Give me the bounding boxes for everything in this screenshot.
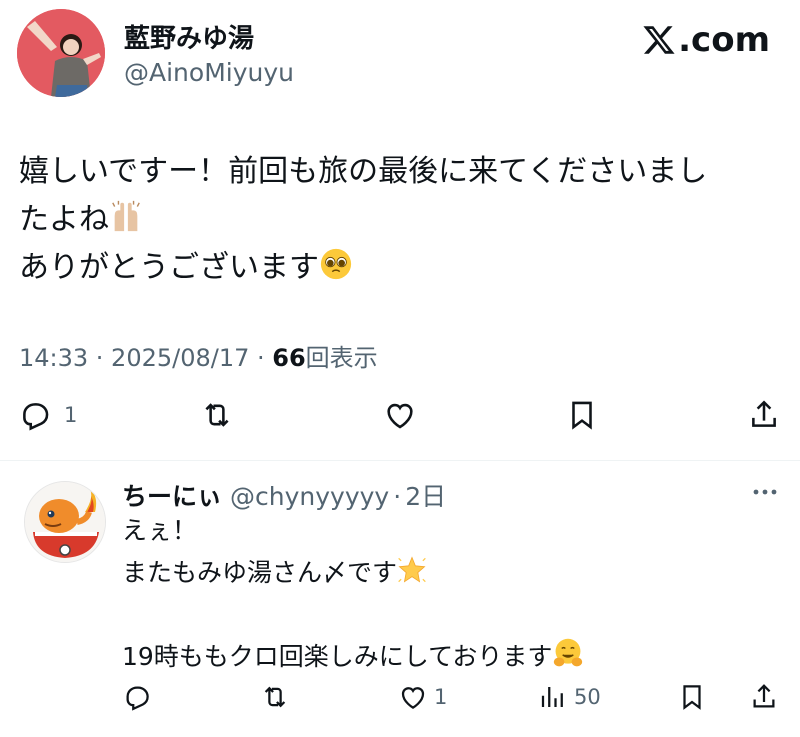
hugging-face-icon xyxy=(554,638,583,667)
reply-author-name[interactable]: ちーにぃ xyxy=(122,482,222,511)
bookmark-button[interactable] xyxy=(565,398,599,432)
reply-like-button[interactable]: 1 xyxy=(398,682,447,712)
bookmark-icon xyxy=(572,401,592,430)
bookmark-icon xyxy=(683,685,701,710)
brand-logo: .com xyxy=(642,20,770,60)
reply-bookmark-button[interactable] xyxy=(677,682,707,712)
reply-author-handle[interactable]: @chynyyyyy xyxy=(230,482,389,511)
share-button[interactable] xyxy=(747,398,781,432)
reply-header: ちーにぃ @chynyyyyy · 2日 xyxy=(122,477,446,513)
tweet-text-line: たよね xyxy=(19,202,109,237)
tweet-text: 嬉しいですー！前回も旅の最後に来てくださいまし たよね ありがとうございます xyxy=(19,148,781,292)
x-logo-icon xyxy=(643,26,675,54)
reply-timestamp[interactable]: 2日 xyxy=(405,482,446,511)
author-display-name[interactable]: 藍野みゆ湯 xyxy=(124,18,254,55)
heart-icon xyxy=(387,403,413,429)
reply-button[interactable]: 1 xyxy=(18,398,77,432)
heart-icon xyxy=(401,687,425,709)
reply-text: えぇ！ またもみゆ湯さん〆です 19時ももクロ回楽しみにしております xyxy=(122,510,782,678)
reply-icon xyxy=(126,686,149,711)
tweet-action-bar: 1 xyxy=(0,398,800,438)
reply-icon xyxy=(23,403,49,431)
reply-text-line: 19時ももクロ回楽しみにしております xyxy=(122,642,553,671)
reply-like-count: 1 xyxy=(434,685,448,709)
reply-views-button[interactable]: 50 xyxy=(538,682,601,712)
reply-separator: · xyxy=(393,482,402,511)
reply-view-count: 50 xyxy=(574,685,601,709)
reply-author-avatar[interactable] xyxy=(24,481,106,563)
more-options-icon[interactable] xyxy=(748,482,782,502)
share-icon xyxy=(752,400,776,427)
reply-share-button[interactable] xyxy=(749,682,779,712)
glowing-star-icon xyxy=(398,556,426,583)
retweet-button[interactable] xyxy=(200,398,234,432)
like-button[interactable] xyxy=(383,398,417,432)
reply-reply-button[interactable] xyxy=(122,682,152,712)
pleading-face-icon xyxy=(320,248,352,280)
tweet-text-line: 嬉しいですー！前回も旅の最後に来てくださいまし xyxy=(19,154,708,189)
avatar-charmander xyxy=(25,482,105,562)
view-label: 回表示 xyxy=(305,344,378,372)
tweet-text-line: ありがとうございます xyxy=(19,250,319,285)
divider xyxy=(0,460,800,461)
tweet-timestamp[interactable]: 14:33 · 2025/08/17 · xyxy=(19,344,272,372)
reply-count: 1 xyxy=(64,403,78,427)
share-icon xyxy=(753,684,775,708)
reply-action-bar: 1 50 xyxy=(0,682,800,716)
brand-domain: .com xyxy=(678,20,770,60)
tweet-meta: 14:33 · 2025/08/17 · 66回表示 xyxy=(19,338,378,373)
reply-text-line: えぇ！ xyxy=(122,516,198,545)
retweet-icon xyxy=(264,686,286,708)
view-count: 66 xyxy=(272,344,306,372)
reply-text-line: またもみゆ湯さん〆です xyxy=(122,558,398,587)
author-avatar[interactable] xyxy=(17,9,105,97)
author-handle[interactable]: @AinoMiyuyu xyxy=(124,58,294,87)
analytics-icon xyxy=(541,687,563,707)
reply-retweet-button[interactable] xyxy=(260,682,290,712)
avatar-photo xyxy=(17,9,105,97)
raising-hands-icon xyxy=(112,200,140,232)
retweet-icon xyxy=(205,403,229,427)
